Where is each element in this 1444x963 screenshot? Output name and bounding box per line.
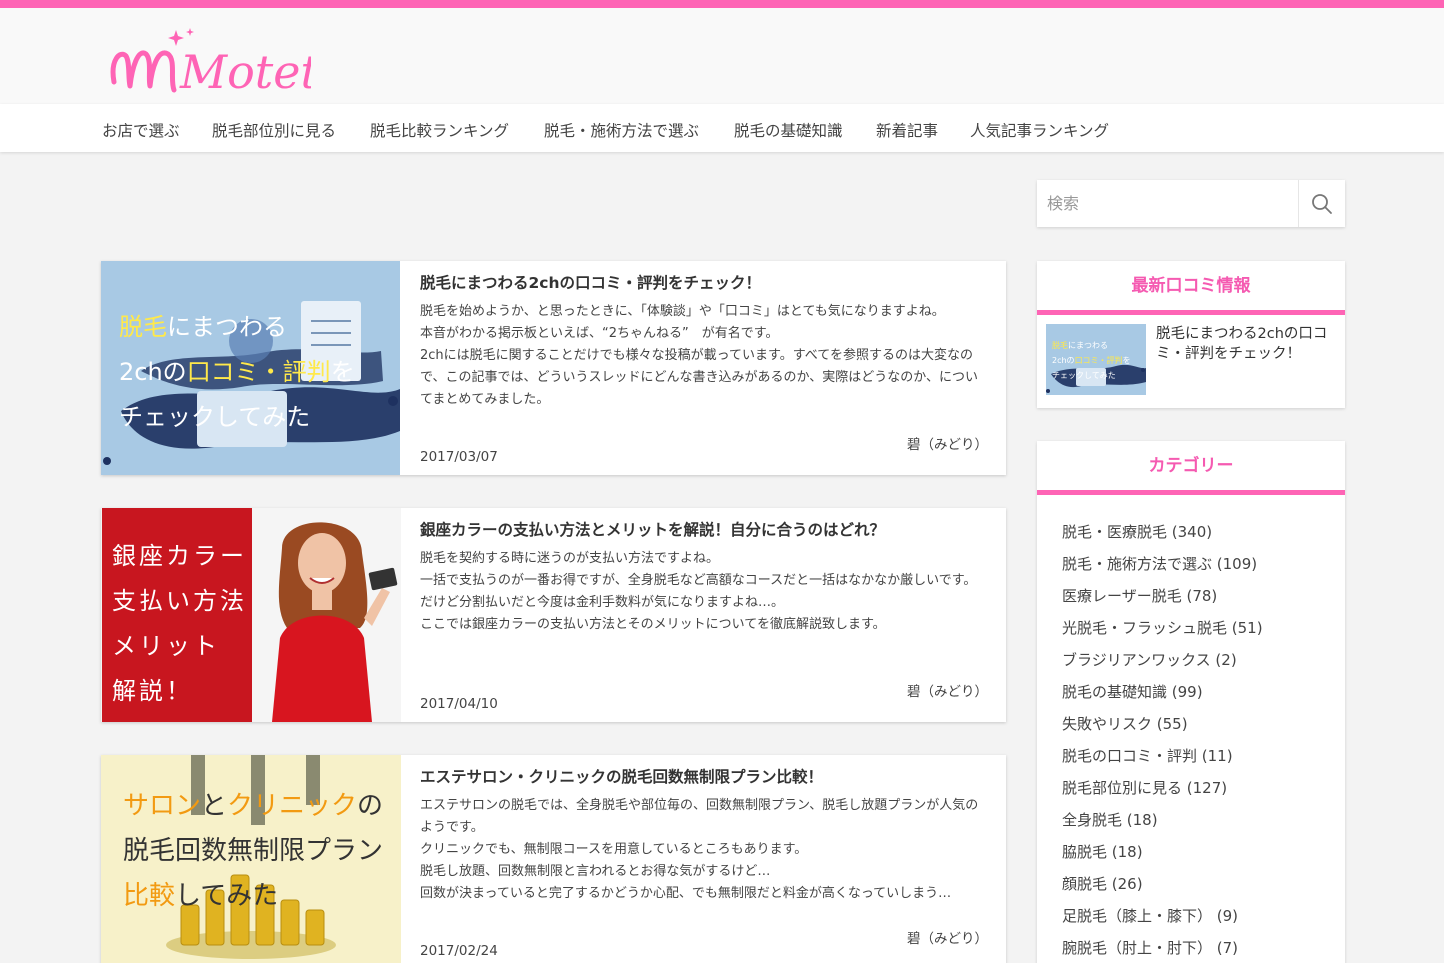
excerpt-line: だけど分割払いだと今度は金利手数料が気になりますよね…。 <box>420 595 785 610</box>
thumb-text: チェックしてみた <box>1052 371 1116 380</box>
thumb-text: にまつわる <box>167 313 287 341</box>
excerpt-line: 2chには脱毛に関することだけでも様々な投稿が載っています。すべてを参照するのは… <box>420 348 978 407</box>
excerpt-line: クリニックでも、無制限コースを用意しているところもあります。 <box>420 842 808 857</box>
nav-item-basics[interactable]: 脱毛の基礎知識 <box>734 119 843 141</box>
review-thumbnail[interactable]: 脱毛にまつわる 2chの口コミ・評判を チェックしてみた <box>1046 324 1146 395</box>
category-item[interactable]: 足脱毛（膝上・膝下） (9) <box>1062 905 1263 937</box>
widget-title: カテゴリー <box>1037 441 1345 495</box>
thumb-text: 銀座カラー <box>112 542 247 570</box>
category-item[interactable]: 全身脱毛 (18) <box>1062 809 1263 841</box>
nav-item-shops[interactable]: お店で選ぶ <box>102 119 180 141</box>
article-body: 脱毛にまつわる2chの口コミ・評判をチェック！ 脱毛を始めようか、と思ったときに… <box>420 261 992 475</box>
category-item[interactable]: 脱毛・施術方法で選ぶ (109) <box>1062 553 1263 585</box>
excerpt-line: エステサロンの脱毛では、全身脱毛や部位毎の、回数無制限プラン、脱毛し放題プランが… <box>420 798 979 835</box>
excerpt-line: 一括で支払うのが一番お得ですが、全身脱毛など高額なコースだと一括はなかなか厳しい… <box>420 573 977 588</box>
excerpt-line: 脱毛を契約する時に迷うのが支払い方法ですよね。 <box>420 551 720 566</box>
thumb-text: にまつわる <box>1068 341 1108 350</box>
category-item[interactable]: 脱毛部位別に見る (127) <box>1062 777 1263 809</box>
article-thumbnail[interactable]: 銀座カラー 支払い方法 メリット 解説！ <box>101 508 401 722</box>
nav-item-methods[interactable]: 脱毛・施術方法で選ぶ <box>544 119 699 141</box>
nav-item-body-parts[interactable]: 脱毛部位別に見る <box>212 119 336 141</box>
article-date: 2017/04/10 <box>420 696 498 712</box>
category-item[interactable]: 脱毛の基礎知識 (99) <box>1062 681 1263 713</box>
article-title[interactable]: 脱毛にまつわる2chの口コミ・評判をチェック！ <box>420 271 761 293</box>
review-item[interactable]: 脱毛にまつわる 2chの口コミ・評判を チェックしてみた 脱毛にまつわる2chの… <box>1046 324 1336 396</box>
excerpt-line: 本音がわかる掲示板といえば、“2ちゃんねる” が有名です。 <box>420 326 779 341</box>
site-logo[interactable]: Motety <box>106 20 346 104</box>
category-item[interactable]: 脱毛の口コミ・評判 (11) <box>1062 745 1263 777</box>
article-author: 碧（みどり） <box>907 437 988 453</box>
article-body: 銀座カラーの支払い方法とメリットを解説！自分に合うのはどれ？ 脱毛を契約する時に… <box>420 508 992 722</box>
article-author: 碧（みどり） <box>907 931 988 947</box>
review-link[interactable]: 脱毛にまつわる2chの口コミ・評判をチェック！ <box>1156 324 1336 364</box>
article-date: 2017/02/24 <box>420 943 498 959</box>
top-accent-bar <box>0 0 1444 8</box>
search-form <box>1037 180 1345 227</box>
thumb-text: 2chの <box>1052 356 1075 365</box>
search-button[interactable] <box>1298 180 1345 227</box>
thumb-text: 支払い方法 <box>112 587 247 615</box>
latest-reviews-widget: 最新口コミ情報 脱毛にまつわる 2chの口コミ・評判を チェックしてみた 脱毛に… <box>1037 261 1345 408</box>
excerpt-line: 回数が決まっていると完了するかどうか心配、でも無制限だと料金が高くなっていしまう… <box>420 886 952 901</box>
category-item[interactable]: 腕脱毛（肘上・肘下） (7) <box>1062 937 1263 963</box>
search-input[interactable] <box>1037 180 1298 227</box>
category-item[interactable]: 脇脱毛 (18) <box>1062 841 1263 873</box>
thumb-text: 比較 <box>123 881 176 911</box>
nav-item-new-articles[interactable]: 新着記事 <box>876 119 938 141</box>
category-item[interactable]: 失敗やリスク (55) <box>1062 713 1263 745</box>
article-title[interactable]: 銀座カラーの支払い方法とメリットを解説！自分に合うのはどれ？ <box>420 518 885 540</box>
thumb-text: 口コミ・評判 <box>186 358 331 386</box>
svg-text:Motety: Motety <box>179 45 311 99</box>
site-header: Motety <box>0 8 1444 104</box>
thumb-text: チェックしてみた <box>119 403 311 431</box>
thumb-text: 口コミ・評判 <box>1074 356 1123 365</box>
excerpt-line: 脱毛し放題、回数無制限と言われるとお得な気がするけど… <box>420 864 771 879</box>
article-date: 2017/03/07 <box>420 449 498 465</box>
search-icon <box>1312 193 1332 214</box>
thumb-text: 2chの <box>119 358 187 386</box>
categories-widget: カテゴリー 脱毛・医療脱毛 (340) 脱毛・施術方法で選ぶ (109) 医療レ… <box>1037 441 1345 963</box>
category-item[interactable]: ブラジリアンワックス (2) <box>1062 649 1263 681</box>
thumb-text: と <box>201 791 228 821</box>
article-thumbnail[interactable]: 脱毛にまつわる 2chの口コミ・評判を チェックしてみた <box>101 261 400 475</box>
article-excerpt: 脱毛を契約する時に迷うのが支払い方法ですよね。 一括で支払うのが一番お得ですが、… <box>420 548 990 636</box>
category-item[interactable]: 光脱毛・フラッシュ脱毛 (51) <box>1062 617 1263 649</box>
category-item[interactable]: 顔脱毛 (26) <box>1062 873 1263 905</box>
article-title[interactable]: エステサロン・クリニックの脱毛回数無制限プラン比較！ <box>420 765 823 787</box>
category-list: 脱毛・医療脱毛 (340) 脱毛・施術方法で選ぶ (109) 医療レーザー脱毛 … <box>1062 521 1263 963</box>
excerpt-line: 脱毛を始めようか、と思ったときに、「体験談」や「口コミ」はとても気になりますよね… <box>420 304 945 319</box>
widget-title: 最新口コミ情報 <box>1037 261 1345 315</box>
thumb-text: サロン <box>123 791 202 821</box>
thumb-text: を <box>1122 356 1131 365</box>
article-excerpt: 脱毛を始めようか、と思ったときに、「体験談」や「口コミ」はとても気になりますよね… <box>420 301 990 411</box>
thumb-text: 脱毛 <box>1052 341 1068 350</box>
thumb-text: メリット <box>112 632 220 660</box>
article-card[interactable]: 銀座カラー 支払い方法 メリット 解説！ 銀座カラーの支払い方法とメリットを解説… <box>101 508 1006 722</box>
nav-item-popular-ranking[interactable]: 人気記事ランキング <box>970 119 1109 141</box>
thumb-text: 脱毛 <box>119 313 167 341</box>
thumb-text: 脱毛回数無制限プラン <box>123 836 384 866</box>
article-author: 碧（みどり） <box>907 684 988 700</box>
category-item[interactable]: 脱毛・医療脱毛 (340) <box>1062 521 1263 553</box>
article-excerpt: エステサロンの脱毛では、全身脱毛や部位毎の、回数無制限プラン、脱毛し放題プランが… <box>420 795 990 905</box>
category-item[interactable]: 医療レーザー脱毛 (78) <box>1062 585 1263 617</box>
excerpt-line: ここでは銀座カラーの支払い方法とそのメリットについてを徹底解説致します。 <box>420 617 886 632</box>
woman-photo <box>252 508 401 722</box>
article-card[interactable]: サロンとクリニックの 脱毛回数無制限プラン 比較してみた エステサロン・クリニッ… <box>101 755 1006 963</box>
thumb-text: してみた <box>175 881 279 911</box>
main-nav: お店で選ぶ 脱毛部位別に見る 脱毛比較ランキング 脱毛・施術方法で選ぶ 脱毛の基… <box>0 104 1444 152</box>
thumb-text: 解説！ <box>112 677 193 705</box>
article-card[interactable]: 脱毛にまつわる 2chの口コミ・評判を チェックしてみた 脱毛にまつわる2chの… <box>101 261 1006 475</box>
thumb-text: を <box>330 358 355 386</box>
nav-item-ranking[interactable]: 脱毛比較ランキング <box>370 119 509 141</box>
thumb-text: クリニック <box>227 791 358 821</box>
thumb-text: の <box>357 791 384 821</box>
article-thumbnail[interactable]: サロンとクリニックの 脱毛回数無制限プラン 比較してみた <box>101 755 401 963</box>
article-body: エステサロン・クリニックの脱毛回数無制限プラン比較！ エステサロンの脱毛では、全… <box>420 755 992 963</box>
